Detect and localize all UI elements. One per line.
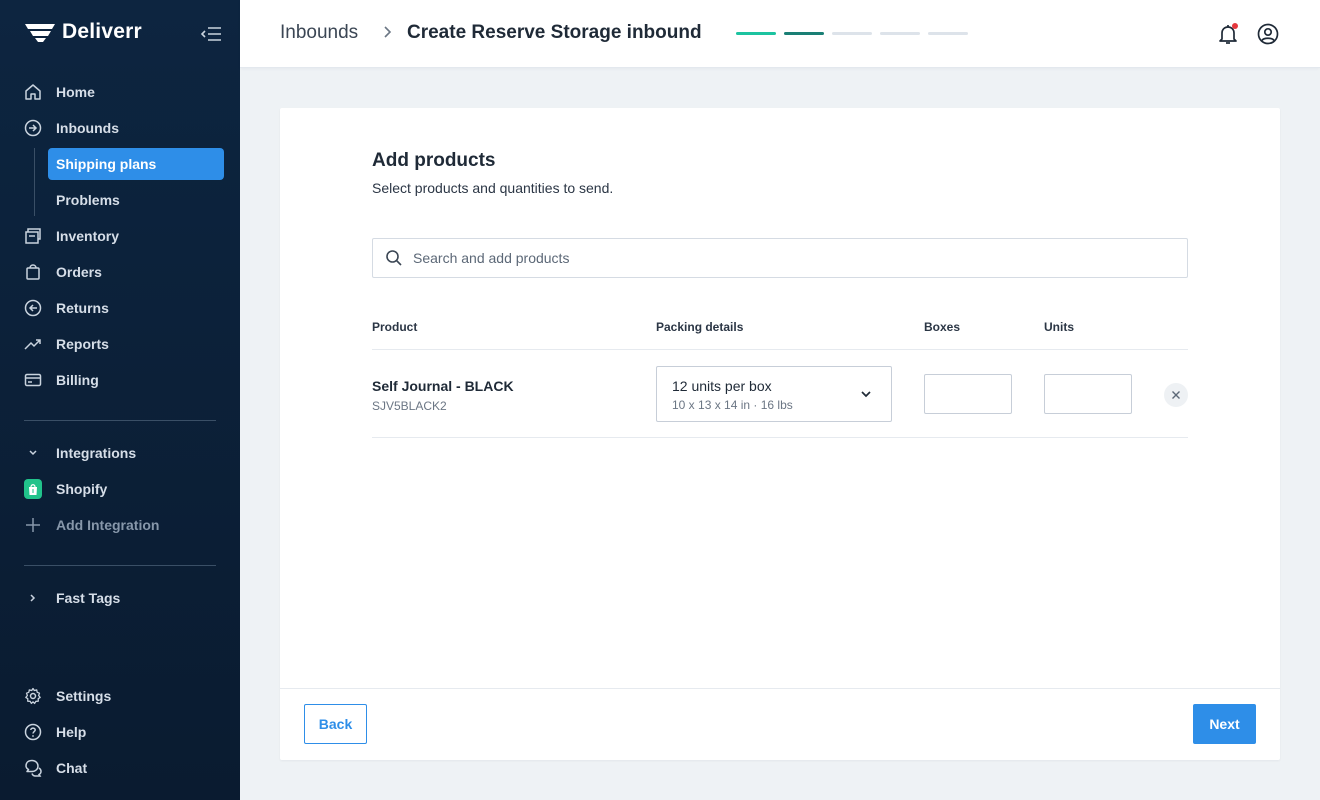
sidebar-item-label: Orders (56, 264, 102, 280)
product-name: Self Journal - BLACK (372, 378, 514, 394)
credit-card-icon (24, 371, 42, 389)
progress-step-4 (880, 32, 920, 35)
return-arrow-icon (24, 299, 42, 317)
sidebar-item-help[interactable]: Help (24, 716, 224, 748)
table-row-divider (372, 437, 1188, 438)
search-input[interactable] (413, 250, 1173, 266)
subnav-guide-line (34, 148, 35, 216)
card-footer-divider (280, 688, 1280, 689)
sidebar-item-label: Billing (56, 372, 99, 388)
progress-step-2 (784, 32, 824, 35)
sidebar-item-label: Chat (56, 760, 88, 776)
sidebar-item-returns[interactable]: Returns (24, 292, 224, 324)
gear-icon (24, 687, 42, 705)
next-button[interactable]: Next (1193, 704, 1256, 744)
collapse-sidebar-button[interactable] (199, 24, 223, 44)
sidebar-item-label: Help (56, 724, 87, 740)
section-subtitle: Select products and quantities to send. (372, 180, 614, 196)
sidebar-item-label: Fast Tags (56, 590, 121, 606)
home-icon (24, 83, 42, 101)
packing-details-select[interactable]: 12 units per box 10 x 13 x 14 in · 16 lb… (656, 366, 892, 422)
breadcrumb-parent[interactable]: Inbounds (280, 22, 358, 44)
sidebar-item-settings[interactable]: Settings (24, 680, 224, 712)
sidebar-item-label: Reports (56, 336, 109, 352)
sidebar-item-chat[interactable]: Chat (24, 752, 224, 784)
back-button[interactable]: Back (304, 704, 367, 744)
product-search (372, 238, 1188, 278)
shopping-bag-icon (24, 263, 42, 281)
units-input[interactable] (1044, 374, 1132, 414)
trend-icon (24, 335, 42, 353)
sidebar-item-label: Home (56, 84, 95, 100)
chevron-right-icon (24, 589, 42, 607)
sidebar-item-shopify[interactable]: Shopify (24, 473, 224, 505)
table-header-divider (372, 349, 1188, 350)
collapse-menu-icon (200, 27, 221, 41)
sidebar-item-billing[interactable]: Billing (24, 364, 224, 396)
plus-icon (24, 516, 42, 534)
sidebar-item-label: Inbounds (56, 120, 119, 136)
search-icon (386, 250, 402, 266)
breadcrumb-chevron-icon (382, 24, 394, 46)
progress-step-1 (736, 32, 776, 35)
inbound-arrow-icon (24, 119, 42, 137)
sidebar-subitem-problems[interactable]: Problems (48, 184, 224, 216)
sidebar-item-orders[interactable]: Orders (24, 256, 224, 288)
user-avatar-icon (1257, 23, 1279, 45)
product-sku: SJV5BLACK2 (372, 399, 447, 413)
shopify-icon-wrap (24, 479, 42, 499)
sidebar-divider (24, 420, 216, 421)
step-progress (736, 32, 968, 35)
boxes-input[interactable] (924, 374, 1012, 414)
close-icon (1172, 391, 1180, 399)
page-title: Create Reserve Storage inbound (407, 22, 702, 43)
progress-step-3 (832, 32, 872, 35)
brand-name: Deliverr (62, 20, 142, 43)
shopify-icon (24, 479, 42, 499)
sidebar-item-label: Settings (56, 688, 112, 704)
progress-step-5 (928, 32, 968, 35)
sidebar-subitem-shipping-plans[interactable]: Shipping plans (48, 148, 224, 180)
deliverr-logo-icon (25, 24, 55, 42)
remove-product-button[interactable] (1164, 383, 1188, 407)
sidebar-item-label: Shopify (56, 481, 108, 497)
sidebar-item-inbounds[interactable]: Inbounds (24, 112, 224, 144)
sidebar: Deliverr Home Inbounds Shipping plans Pr… (0, 0, 240, 800)
sidebar-section-fast-tags[interactable]: Fast Tags (24, 582, 224, 614)
sidebar-item-label: Inventory (56, 228, 120, 244)
chevron-down-icon (861, 391, 871, 398)
sidebar-item-label: Add Integration (56, 517, 160, 533)
user-menu-button[interactable] (1256, 22, 1280, 46)
chat-icon (24, 759, 42, 777)
sidebar-item-home[interactable]: Home (24, 76, 224, 108)
brand-logo[interactable]: Deliverr (24, 20, 142, 44)
notifications-button[interactable] (1216, 22, 1240, 46)
help-icon (24, 723, 42, 741)
column-header-product: Product (372, 320, 418, 334)
sidebar-divider (24, 565, 216, 566)
column-header-units: Units (1044, 320, 1074, 334)
column-header-packing-details: Packing details (656, 320, 744, 334)
column-header-boxes: Boxes (924, 320, 961, 334)
section-title: Add products (372, 150, 496, 171)
sidebar-item-reports[interactable]: Reports (24, 328, 224, 360)
sidebar-item-inventory[interactable]: Inventory (24, 220, 224, 252)
sidebar-section-integrations[interactable]: Integrations (24, 437, 224, 469)
notification-dot (1232, 23, 1238, 29)
top-header: Inbounds Create Reserve Storage inbound (240, 0, 1320, 68)
chevron-down-icon (24, 444, 42, 462)
sidebar-item-label: Integrations (56, 445, 137, 461)
sidebar-item-add-integration[interactable]: Add Integration (24, 509, 224, 541)
add-products-card: Add products Select products and quantit… (280, 108, 1280, 760)
sidebar-item-label: Returns (56, 300, 109, 316)
inventory-icon (24, 227, 42, 245)
